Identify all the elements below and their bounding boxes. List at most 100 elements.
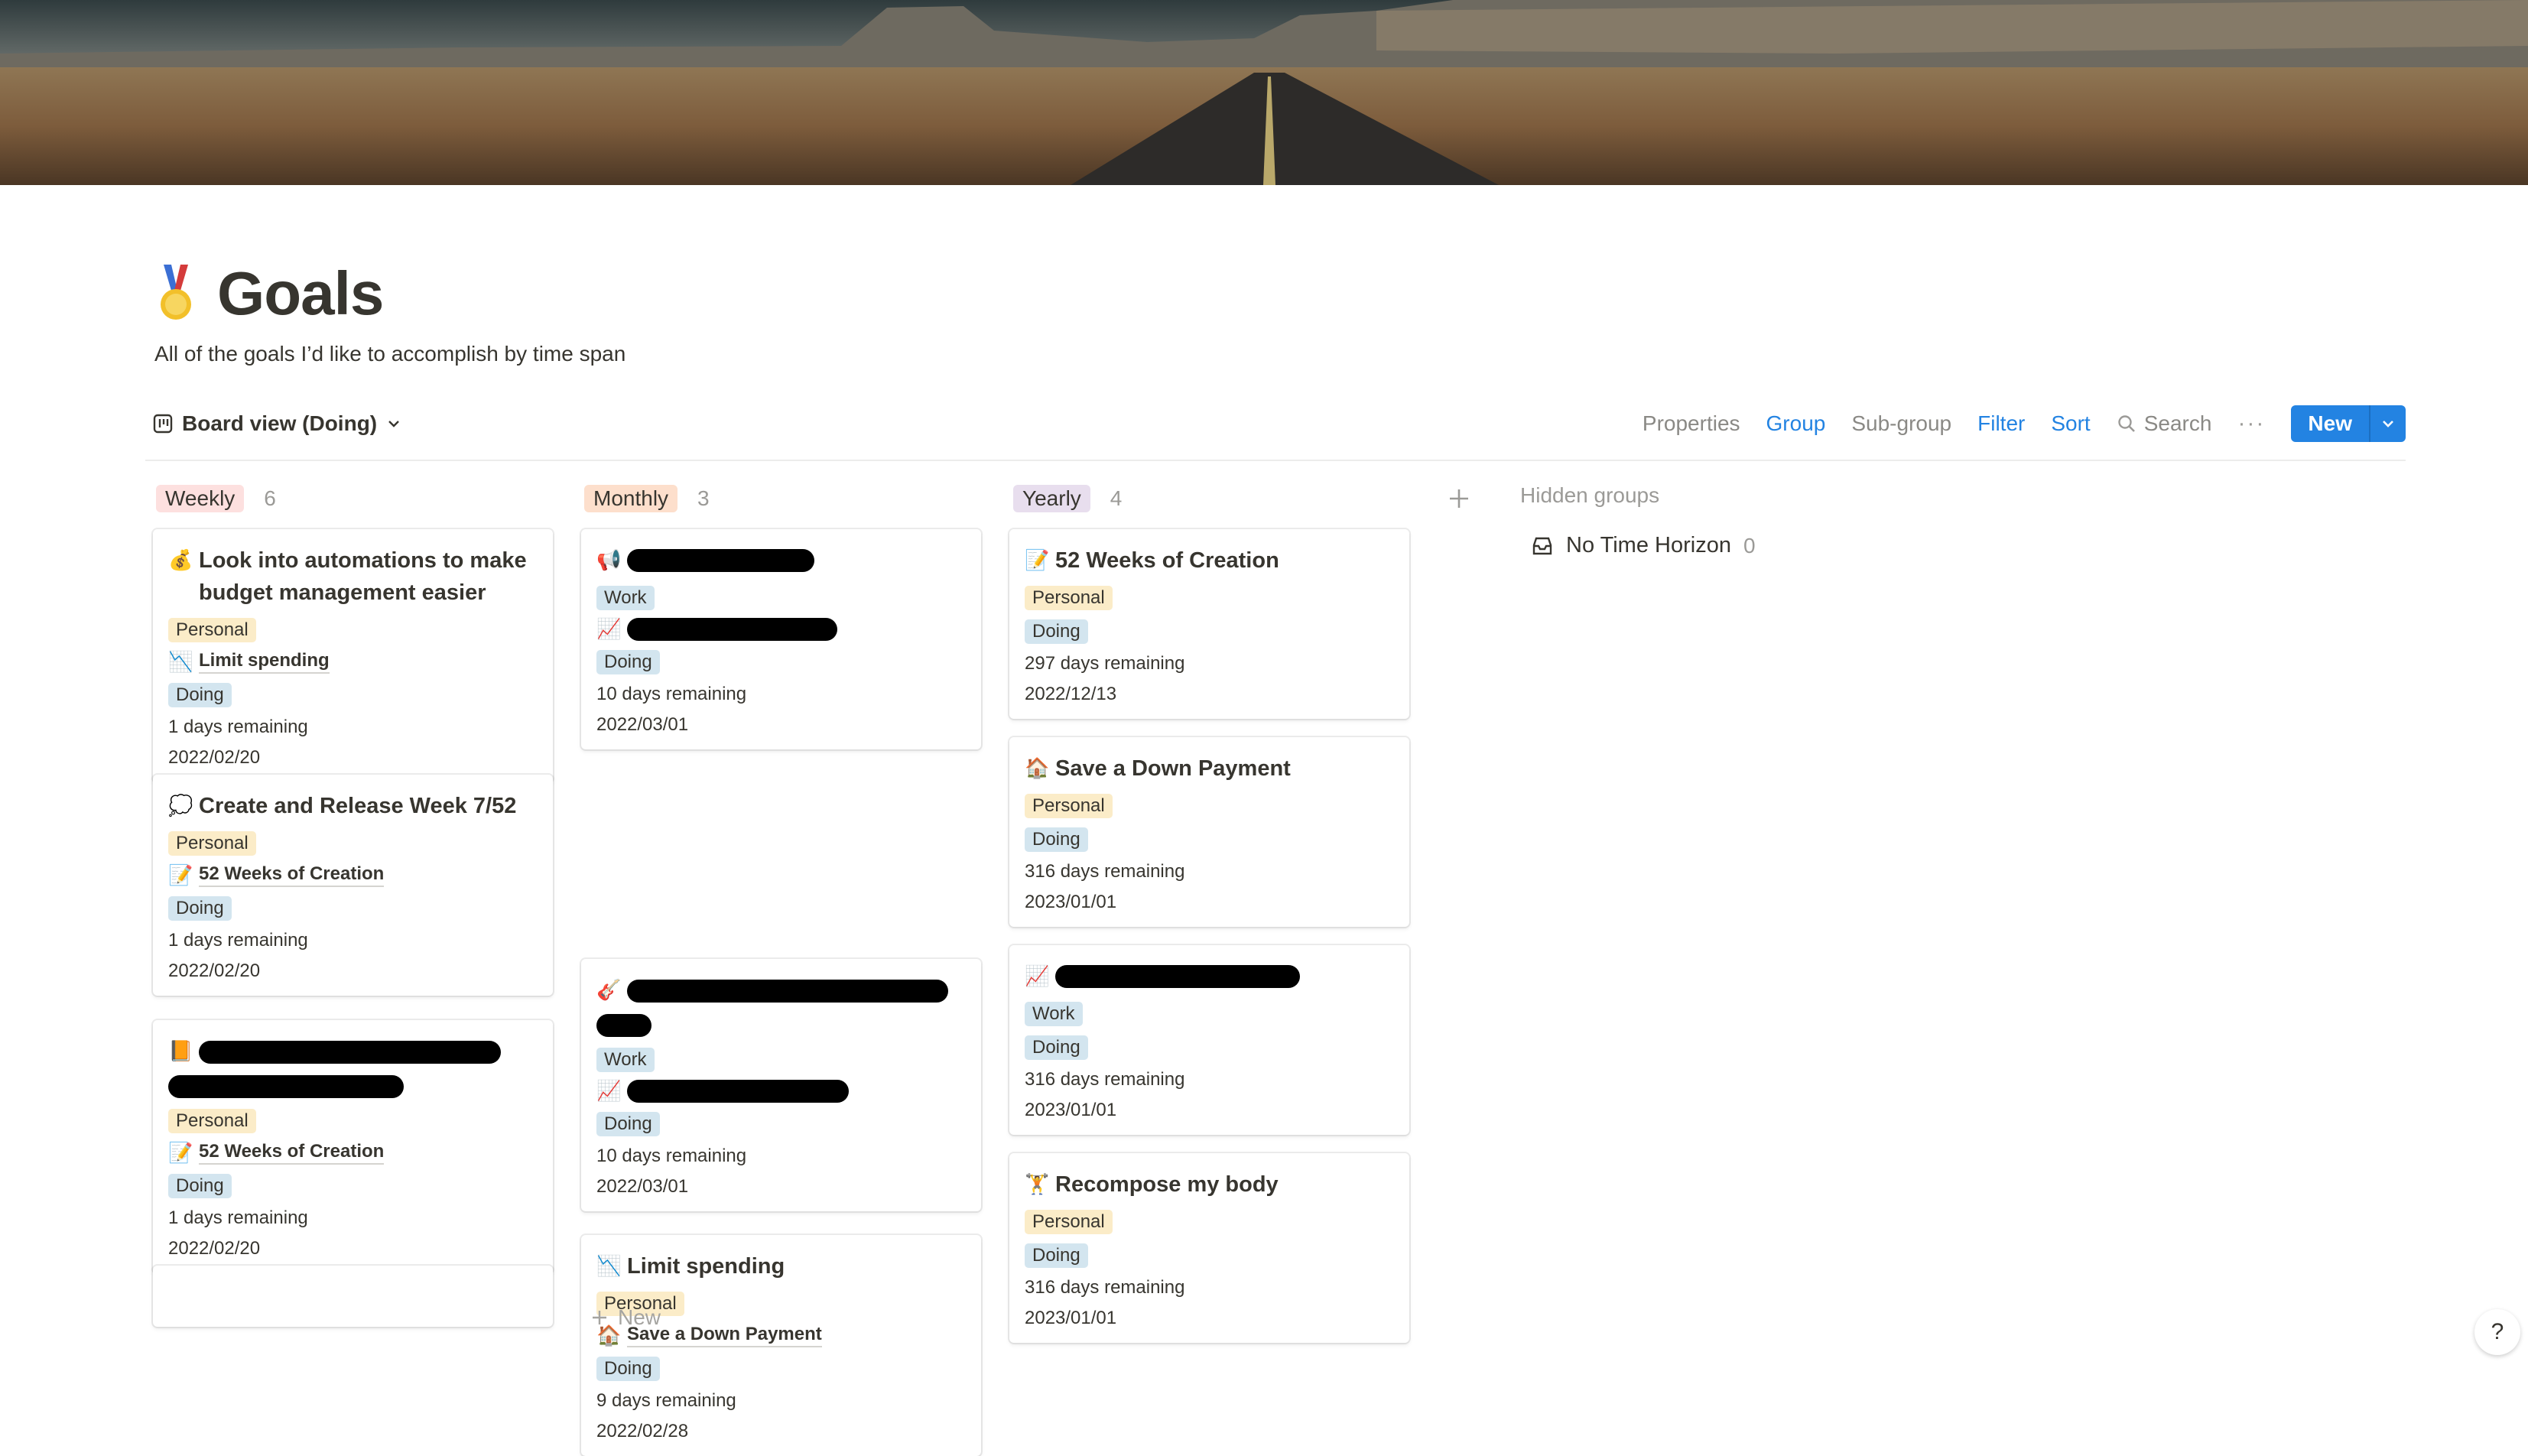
status-tag: Doing xyxy=(596,650,660,674)
search-button[interactable]: Search xyxy=(2117,411,2211,436)
relation-link[interactable]: 📝 52 Weeks of Creation xyxy=(168,1141,538,1165)
status-tag: Doing xyxy=(596,1112,660,1136)
group-header-monthly[interactable]: Monthly 3 xyxy=(584,483,710,514)
medal-icon[interactable] xyxy=(153,263,199,324)
group-count: 3 xyxy=(697,486,710,510)
card[interactable]: 🏋 Recompose my body Personal Doing 316 d… xyxy=(1009,1153,1409,1343)
category-tag: Work xyxy=(596,1048,655,1072)
add-group-button[interactable] xyxy=(1445,485,1473,512)
card-title-text: Recompose my body xyxy=(1055,1172,1279,1197)
chevron-down-icon xyxy=(388,421,399,427)
weight-lifter-icon: 🏋 xyxy=(1025,1173,1050,1196)
inbox-icon xyxy=(1532,537,1552,554)
status-tag: Doing xyxy=(168,683,232,707)
card[interactable]: 📙 Personal 📝 52 Weeks of Creation Doing … xyxy=(153,1020,553,1273)
card-title: 🏠 Save a Down Payment xyxy=(1025,752,1394,785)
card[interactable]: 📉 Limit spending Personal 🏠 Save a Down … xyxy=(581,1235,981,1456)
status-tag: Doing xyxy=(1025,1243,1088,1268)
properties-button[interactable]: Properties xyxy=(1643,411,1740,436)
relation-link[interactable]: 📈 xyxy=(596,1080,966,1103)
due-date: 2022/02/20 xyxy=(168,747,261,768)
redacted-title xyxy=(596,974,948,1038)
hidden-group-label: No Time Horizon xyxy=(1566,533,1731,557)
redacted-title xyxy=(627,549,814,572)
status-tag: Doing xyxy=(1025,619,1088,644)
orange-book-icon: 📙 xyxy=(168,1040,193,1063)
card[interactable]: 💰 Look into automations to make budget m… xyxy=(153,529,553,782)
megaphone-icon: 📢 xyxy=(596,549,622,572)
cover-image[interactable] xyxy=(0,0,2528,185)
card[interactable] xyxy=(153,1266,553,1327)
redacted-title xyxy=(168,1035,501,1100)
page-body: Goals All of the goals I’d like to accom… xyxy=(0,185,2528,1456)
group-button[interactable]: Group xyxy=(1766,411,1826,436)
due-date: 2022/02/20 xyxy=(168,1238,261,1259)
card-title: 📙 xyxy=(168,1035,538,1100)
group-header-yearly[interactable]: Yearly 4 xyxy=(1013,483,1122,514)
due-date: 2022/03/01 xyxy=(596,714,689,735)
sort-button[interactable]: Sort xyxy=(2051,411,2090,436)
guitar-icon: 🎸 xyxy=(596,979,622,1002)
group-count: 6 xyxy=(264,486,276,510)
category-tag: Personal xyxy=(1025,586,1113,610)
card-title-text: Save a Down Payment xyxy=(1055,756,1291,781)
card[interactable]: 💭 Create and Release Week 7/52 Personal … xyxy=(153,775,553,996)
relation-link[interactable]: 📈 xyxy=(596,618,966,641)
new-card-button[interactable]: New xyxy=(590,1305,661,1330)
memo-icon: 📝 xyxy=(168,863,193,887)
new-dropdown-button[interactable] xyxy=(2369,405,2406,442)
hidden-group-item[interactable]: No Time Horizon 0 xyxy=(1531,533,1756,558)
category-tag: Personal xyxy=(168,831,256,856)
days-remaining: 1 days remaining xyxy=(168,930,308,951)
card-title-text: Limit spending xyxy=(627,1254,785,1279)
due-date: 2023/01/01 xyxy=(1025,1100,1117,1120)
chart-down-icon: 📉 xyxy=(596,1255,622,1278)
card-title-text: Create and Release Week 7/52 xyxy=(199,794,517,818)
category-tag: Personal xyxy=(168,1109,256,1133)
days-remaining: 316 days remaining xyxy=(1025,861,1185,882)
status-tag: Doing xyxy=(168,1174,232,1198)
card[interactable]: 📝 52 Weeks of Creation Personal Doing 29… xyxy=(1009,529,1409,719)
memo-icon: 📝 xyxy=(168,1141,193,1165)
title-row: Goals xyxy=(153,258,384,329)
group-count: 4 xyxy=(1110,486,1123,510)
card-title: 📉 Limit spending xyxy=(596,1250,966,1282)
redacted-title xyxy=(1055,965,1300,988)
card-title: 💭 Create and Release Week 7/52 xyxy=(168,790,538,822)
days-remaining: 9 days remaining xyxy=(596,1390,736,1411)
new-button-group: New xyxy=(2291,405,2406,442)
card-title-text: Look into automations to make budget man… xyxy=(199,548,527,605)
relation-link[interactable]: 📝 52 Weeks of Creation xyxy=(168,863,538,887)
relation-label: 52 Weeks of Creation xyxy=(199,863,385,887)
view-selector[interactable]: Board view (Doing) xyxy=(153,401,401,447)
due-date: 2023/01/01 xyxy=(1025,1308,1117,1328)
new-button[interactable]: New xyxy=(2291,405,2369,442)
filter-button[interactable]: Filter xyxy=(1977,411,2025,436)
more-options-button[interactable]: ··· xyxy=(2237,411,2265,437)
days-remaining: 1 days remaining xyxy=(168,1207,308,1228)
new-card-label: New xyxy=(618,1305,661,1329)
card[interactable]: 📈 Work Doing 316 days remaining 2023/01/… xyxy=(1009,945,1409,1135)
memo-icon: 📝 xyxy=(1025,549,1050,572)
group-header-weekly[interactable]: Weekly 6 xyxy=(156,483,276,514)
category-tag: Personal xyxy=(1025,1210,1113,1234)
status-tag: Doing xyxy=(168,896,232,921)
status-tag: Doing xyxy=(1025,1035,1088,1060)
card[interactable]: 📢 Work 📈 Doing 10 days remaining 2022/03… xyxy=(581,529,981,749)
card-title: 📝 52 Weeks of Creation xyxy=(1025,544,1394,577)
help-button[interactable]: ? xyxy=(2474,1309,2520,1355)
relation-link[interactable]: 📉 Limit spending xyxy=(168,650,538,674)
board-icon xyxy=(153,414,173,434)
subgroup-button[interactable]: Sub-group xyxy=(1851,411,1951,436)
card[interactable]: 🎸 Work 📈 Doing 10 days remaining 2022/03… xyxy=(581,959,981,1211)
card[interactable]: 🏠 Save a Down Payment Personal Doing 316… xyxy=(1009,737,1409,927)
chart-up-icon: 📈 xyxy=(1025,965,1050,988)
card-title-text: 52 Weeks of Creation xyxy=(1055,548,1279,573)
money-bag-icon: 💰 xyxy=(168,549,193,572)
due-date: 2022/12/13 xyxy=(1025,684,1117,704)
category-tag: Work xyxy=(1025,1002,1083,1026)
status-tag: Doing xyxy=(1025,827,1088,852)
card-title: 📢 xyxy=(596,544,966,577)
card-title: 🏋 Recompose my body xyxy=(1025,1168,1394,1201)
chart-down-icon: 📉 xyxy=(168,650,193,674)
